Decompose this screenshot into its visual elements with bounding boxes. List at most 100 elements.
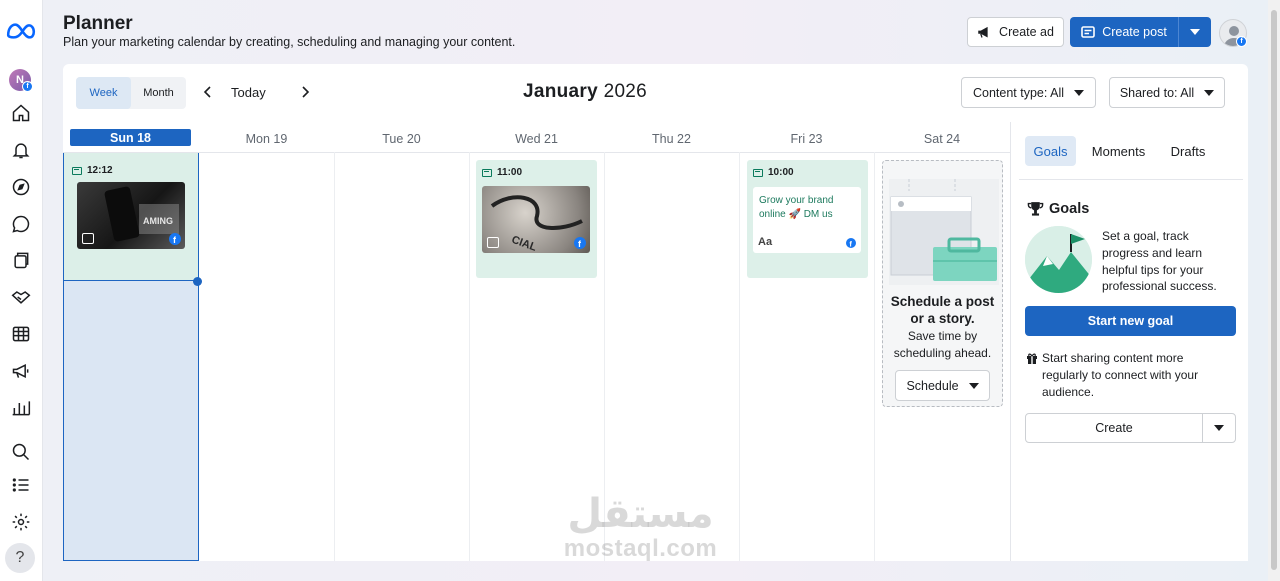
tab-goals[interactable]: Goals bbox=[1025, 136, 1076, 166]
day-header-mon[interactable]: Mon 19 bbox=[199, 126, 334, 152]
schedule-prompt-card: Schedule a post or a story. Save time by… bbox=[882, 160, 1003, 407]
post-icon bbox=[482, 168, 492, 177]
page-scrollbar[interactable] bbox=[1268, 0, 1280, 581]
insights-icon[interactable] bbox=[7, 394, 35, 422]
month-title: January 2026 bbox=[523, 81, 647, 103]
post-icon bbox=[753, 168, 763, 177]
table-icon[interactable] bbox=[7, 320, 35, 348]
left-nav: N f ? bbox=[0, 0, 43, 581]
column-divider bbox=[874, 152, 875, 561]
mountain-flag-image bbox=[1025, 226, 1092, 293]
post-time-label: 10:00 bbox=[768, 167, 794, 178]
day-header-tue[interactable]: Tue 20 bbox=[334, 126, 469, 152]
calendar-illustration bbox=[889, 179, 999, 285]
chevron-down-icon bbox=[968, 382, 979, 389]
chat-icon[interactable] bbox=[7, 210, 35, 238]
create-post-button[interactable]: Create post bbox=[1070, 17, 1178, 47]
column-divider bbox=[469, 152, 470, 561]
facebook-icon: f bbox=[169, 233, 181, 245]
post-time: 11:00 bbox=[482, 167, 522, 178]
planner-calendar: Week Month Today January 2026 Content ty… bbox=[63, 64, 1248, 561]
shared-to-label: Shared to: All bbox=[1119, 85, 1195, 100]
start-new-goal-button[interactable]: Start new goal bbox=[1025, 306, 1236, 336]
create-button-group: Create bbox=[1025, 413, 1236, 443]
month-view-button[interactable]: Month bbox=[131, 77, 186, 109]
today-button[interactable]: Today bbox=[231, 85, 266, 100]
resize-handle[interactable] bbox=[193, 277, 202, 286]
goals-heading: Goals bbox=[1027, 200, 1089, 217]
goals-heading-label: Goals bbox=[1049, 200, 1090, 217]
create-ad-button[interactable]: Create ad bbox=[967, 17, 1064, 47]
scheduled-post-card[interactable]: 12:12 AMING f bbox=[66, 158, 192, 276]
gear-icon[interactable] bbox=[7, 508, 35, 536]
week-view-button[interactable]: Week bbox=[76, 77, 131, 109]
trophy-icon bbox=[1027, 202, 1044, 216]
chevron-down-icon bbox=[1204, 89, 1215, 96]
share-tip-text: Start sharing content more regularly to … bbox=[1042, 351, 1199, 399]
list-icon[interactable] bbox=[7, 471, 35, 499]
svg-text:AMING: AMING bbox=[143, 216, 173, 226]
help-button[interactable]: ? bbox=[5, 543, 35, 573]
chevron-down-icon bbox=[1214, 425, 1224, 431]
page-title: Planner bbox=[63, 13, 133, 34]
megaphone-icon[interactable] bbox=[7, 357, 35, 385]
create-post-label: Create post bbox=[1102, 25, 1167, 39]
bell-icon[interactable] bbox=[7, 136, 35, 164]
scrollbar-thumb[interactable] bbox=[1271, 10, 1277, 570]
column-divider bbox=[604, 152, 605, 561]
day-header-sat[interactable]: Sat 24 bbox=[874, 126, 1010, 152]
create-ad-label: Create ad bbox=[999, 25, 1054, 39]
day-header-thu[interactable]: Thu 22 bbox=[604, 126, 739, 152]
compass-icon[interactable] bbox=[7, 173, 35, 201]
help-icon: ? bbox=[15, 549, 25, 566]
tab-moments[interactable]: Moments bbox=[1086, 136, 1151, 166]
tabs-divider bbox=[1019, 179, 1243, 180]
chevron-right-icon[interactable] bbox=[297, 84, 313, 100]
content-type-dropdown[interactable]: Content type: All bbox=[961, 77, 1096, 108]
month-year: 2026 bbox=[603, 81, 648, 102]
create-post-dropdown-button[interactable] bbox=[1178, 17, 1211, 47]
shared-to-dropdown[interactable]: Shared to: All bbox=[1109, 77, 1225, 108]
search-icon[interactable] bbox=[7, 438, 35, 466]
post-text-preview: Grow your brand online 🚀 DM us Aa f bbox=[753, 187, 861, 253]
right-panel: Goals Moments Drafts Goals Set a goal, t… bbox=[1010, 122, 1248, 561]
scheduled-post-card[interactable]: 10:00 Grow your brand online 🚀 DM us Aa … bbox=[747, 160, 868, 278]
home-icon[interactable] bbox=[7, 99, 35, 127]
day-header-fri[interactable]: Fri 23 bbox=[739, 126, 874, 152]
chevron-down-icon bbox=[1190, 29, 1200, 35]
header-divider bbox=[63, 152, 1010, 153]
page-avatar[interactable]: N f bbox=[9, 69, 33, 92]
post-time-label: 12:12 bbox=[87, 165, 113, 176]
post-time: 12:12 bbox=[72, 165, 113, 176]
image-icon bbox=[82, 233, 94, 244]
create-dropdown-button[interactable] bbox=[1203, 414, 1235, 442]
facebook-badge-icon: f bbox=[1236, 36, 1247, 47]
post-thumbnail: CIAL f bbox=[482, 186, 590, 253]
meta-logo-icon[interactable] bbox=[5, 20, 37, 42]
day-header-sun[interactable]: Sun 18 bbox=[70, 129, 191, 146]
content-type-label: Content type: All bbox=[972, 85, 1065, 100]
view-switcher: Week Month bbox=[76, 77, 186, 109]
goal-description: Set a goal, track progress and learn hel… bbox=[1102, 229, 1217, 294]
create-button[interactable]: Create bbox=[1026, 414, 1203, 442]
post-icon bbox=[1081, 26, 1095, 38]
megaphone-icon bbox=[978, 26, 988, 38]
post-time-label: 11:00 bbox=[497, 167, 523, 178]
column-divider bbox=[739, 152, 740, 561]
svg-text:CIAL: CIAL bbox=[510, 234, 538, 253]
schedule-button[interactable]: Schedule bbox=[895, 370, 990, 401]
scheduled-post-card[interactable]: 11:00 CIAL f bbox=[476, 160, 597, 278]
column-divider bbox=[334, 152, 335, 561]
schedule-subtitle: Save time by scheduling ahead. bbox=[893, 329, 992, 360]
post-icon bbox=[72, 166, 82, 175]
tab-drafts[interactable]: Drafts bbox=[1163, 136, 1213, 166]
post-text: Grow your brand online 🚀 DM us bbox=[759, 195, 834, 220]
handshake-icon[interactable] bbox=[7, 283, 35, 311]
chevron-left-icon[interactable] bbox=[200, 84, 216, 100]
chevron-down-icon bbox=[1074, 89, 1085, 96]
goal-illustration bbox=[1025, 226, 1092, 293]
image-icon bbox=[487, 237, 499, 248]
pages-icon[interactable] bbox=[7, 246, 35, 274]
day-header-wed[interactable]: Wed 21 bbox=[469, 126, 604, 152]
facebook-icon: f bbox=[574, 237, 586, 249]
